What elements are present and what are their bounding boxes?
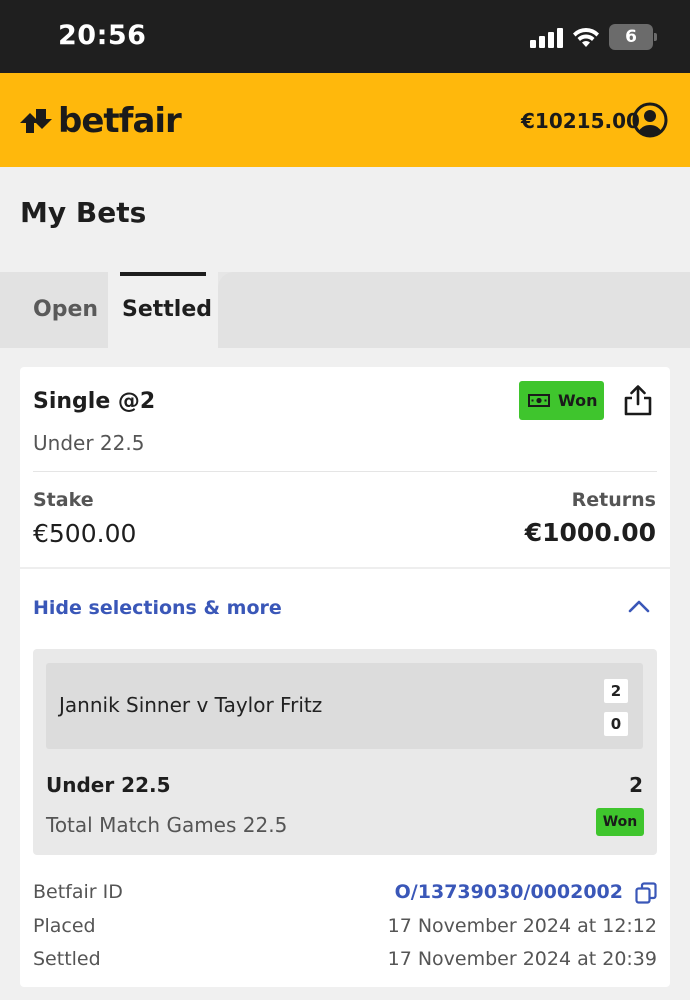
selection-result-badge: Won xyxy=(596,808,644,836)
placed-label: Placed xyxy=(33,915,96,937)
page-title: My Bets xyxy=(20,196,147,229)
betfair-id-label: Betfair ID xyxy=(33,881,123,903)
selection-summary: Under 22.5 xyxy=(33,431,145,455)
selection-panel: Jannik Sinner v Taylor Fritz 2 0 Under 2… xyxy=(33,649,657,855)
settled-label: Settled xyxy=(33,948,101,970)
share-icon[interactable] xyxy=(623,384,653,416)
hide-selections-toggle[interactable]: Hide selections & more xyxy=(33,597,282,619)
divider xyxy=(20,567,670,569)
cash-icon xyxy=(528,394,550,407)
returns-value: €1000.00 xyxy=(524,518,656,547)
selection-odds: 2 xyxy=(629,773,643,797)
event-name: Jannik Sinner v Taylor Fritz xyxy=(59,693,323,717)
market-name: Total Match Games 22.5 xyxy=(46,813,288,837)
tab-open[interactable]: Open xyxy=(0,272,108,348)
placed-value: 17 November 2024 at 12:12 xyxy=(387,915,657,937)
bet-status-label: Won xyxy=(558,391,598,410)
placed-row: Placed 17 November 2024 at 12:12 xyxy=(33,915,657,941)
betfair-arrows-icon xyxy=(20,109,52,133)
betfair-id-value[interactable]: O/13739030/0002002 xyxy=(395,881,623,903)
divider xyxy=(33,471,657,472)
score-home: 2 xyxy=(604,679,628,703)
brand-name: betfair xyxy=(58,101,182,141)
bets-tab-bar: Open Settled xyxy=(0,272,690,348)
cellular-signal-icon xyxy=(530,28,564,48)
account-icon[interactable] xyxy=(632,102,668,138)
returns-label: Returns xyxy=(571,489,656,511)
score-away: 0 xyxy=(604,712,628,736)
settled-row: Settled 17 November 2024 at 20:39 xyxy=(33,948,657,974)
battery-level: 6 xyxy=(625,27,637,47)
copy-icon[interactable] xyxy=(635,882,657,904)
stake-value: €500.00 xyxy=(33,519,137,548)
chevron-up-icon[interactable] xyxy=(628,599,650,613)
betfair-id-row: Betfair ID O/13739030/0002002 xyxy=(33,881,657,907)
bet-type: Single @2 xyxy=(33,389,156,414)
tab-settled-label: Settled xyxy=(122,297,213,322)
tab-settled[interactable]: Settled xyxy=(108,272,218,348)
tab-bar-filler xyxy=(218,272,690,348)
stake-label: Stake xyxy=(33,489,94,511)
active-tab-indicator xyxy=(120,272,206,276)
settled-value: 17 November 2024 at 20:39 xyxy=(387,948,657,970)
account-balance[interactable]: €10215.00 xyxy=(521,109,640,133)
wifi-icon xyxy=(573,27,599,47)
status-bar: 20:56 6 xyxy=(0,0,690,73)
battery-icon: 6 xyxy=(609,24,657,50)
event-row[interactable]: Jannik Sinner v Taylor Fritz 2 0 xyxy=(46,663,643,749)
selection-name: Under 22.5 xyxy=(46,773,171,797)
bet-status-badge: Won xyxy=(519,381,604,420)
status-time: 20:56 xyxy=(58,20,147,51)
bet-card: Single @2 Won Under 22.5 Stake €500.00 R… xyxy=(20,367,670,987)
betfair-logo[interactable]: betfair xyxy=(20,101,182,141)
tab-open-label: Open xyxy=(33,297,99,322)
app-header: betfair €10215.00 xyxy=(0,73,690,167)
